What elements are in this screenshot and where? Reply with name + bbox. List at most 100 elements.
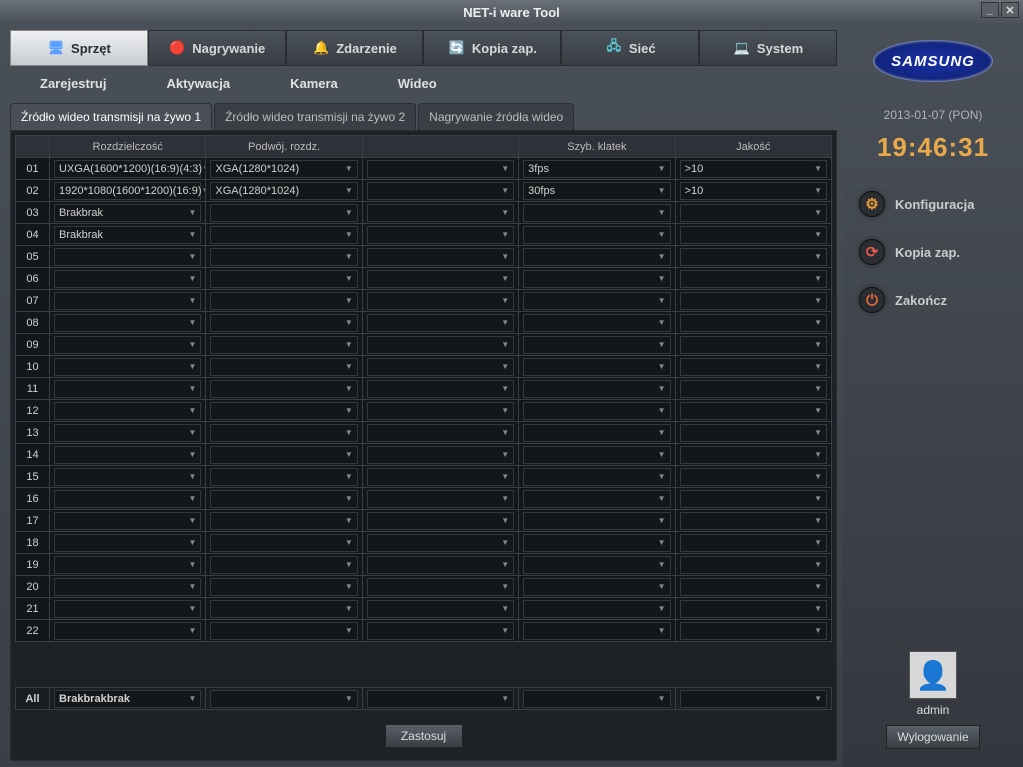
- cell-quality[interactable]: ▼: [680, 358, 827, 376]
- cell-framerate[interactable]: ▼: [523, 446, 670, 464]
- cell-extra[interactable]: ▼: [367, 556, 514, 574]
- cell-resolution[interactable]: ▼: [54, 314, 201, 332]
- cell-quality[interactable]: >10▼: [680, 182, 827, 200]
- cell-framerate[interactable]: ▼: [523, 512, 670, 530]
- cell-dual-resolution[interactable]: ▼: [210, 424, 357, 442]
- cell-extra[interactable]: ▼: [367, 292, 514, 310]
- main-tab-3[interactable]: 🔄Kopia zap.: [423, 30, 561, 66]
- cell-quality[interactable]: ▼: [680, 512, 827, 530]
- cell-resolution[interactable]: ▼: [54, 468, 201, 486]
- cell-extra[interactable]: ▼: [367, 446, 514, 464]
- cell-resolution[interactable]: ▼: [54, 490, 201, 508]
- cell-framerate[interactable]: ▼: [523, 270, 670, 288]
- cell-quality[interactable]: ▼: [680, 226, 827, 244]
- cell-dual-resolution[interactable]: ▼: [210, 578, 357, 596]
- cell-extra[interactable]: ▼: [367, 380, 514, 398]
- inner-tab-1[interactable]: Źródło wideo transmisji na żywo 2: [214, 103, 416, 130]
- cell-framerate[interactable]: ▼: [523, 600, 670, 618]
- cell-quality[interactable]: ▼: [680, 600, 827, 618]
- cell-dual-resolution[interactable]: ▼: [210, 556, 357, 574]
- cell-framerate[interactable]: ▼: [523, 556, 670, 574]
- cell-resolution[interactable]: ▼: [54, 248, 201, 266]
- cell-resolution[interactable]: ▼: [54, 534, 201, 552]
- main-tab-1[interactable]: 🔴Nagrywanie: [148, 30, 286, 66]
- cell-dual-resolution[interactable]: ▼: [210, 512, 357, 530]
- main-tab-4[interactable]: 🖧Sieć: [561, 30, 699, 66]
- cell-quality[interactable]: ▼: [680, 292, 827, 310]
- cell-framerate[interactable]: 30fps▼: [523, 182, 670, 200]
- sidebar-item-exit[interactable]: ⏻ Zakończ: [849, 279, 1017, 321]
- cell-framerate[interactable]: ▼: [523, 490, 670, 508]
- cell-dual-resolution[interactable]: ▼: [210, 402, 357, 420]
- cell-resolution[interactable]: ▼: [54, 446, 201, 464]
- cell-extra[interactable]: ▼: [367, 402, 514, 420]
- sublink-3[interactable]: Wideo: [398, 76, 437, 91]
- cell-extra[interactable]: ▼: [367, 182, 514, 200]
- cell-extra[interactable]: ▼: [367, 468, 514, 486]
- cell-dual-resolution[interactable]: ▼: [210, 314, 357, 332]
- cell-quality[interactable]: ▼: [680, 314, 827, 332]
- cell-framerate[interactable]: ▼: [523, 534, 670, 552]
- cell-framerate[interactable]: ▼: [523, 248, 670, 266]
- minimize-button[interactable]: _: [981, 2, 999, 18]
- cell-resolution[interactable]: ▼: [54, 512, 201, 530]
- summary-quality[interactable]: ▼: [675, 688, 831, 710]
- cell-dual-resolution[interactable]: ▼: [210, 380, 357, 398]
- cell-quality[interactable]: ▼: [680, 424, 827, 442]
- logout-button[interactable]: Wylogowanie: [886, 725, 979, 749]
- cell-dual-resolution[interactable]: ▼: [210, 248, 357, 266]
- cell-dual-resolution[interactable]: ▼: [210, 600, 357, 618]
- cell-dual-resolution[interactable]: ▼: [210, 534, 357, 552]
- cell-resolution[interactable]: UXGA(1600*1200)(16:9)(4:3)▼: [54, 160, 201, 178]
- cell-extra[interactable]: ▼: [367, 226, 514, 244]
- cell-resolution[interactable]: ▼: [54, 270, 201, 288]
- sublink-2[interactable]: Kamera: [290, 76, 338, 91]
- cell-dual-resolution[interactable]: ▼: [210, 292, 357, 310]
- inner-tab-2[interactable]: Nagrywanie źródła wideo: [418, 103, 574, 130]
- cell-extra[interactable]: ▼: [367, 512, 514, 530]
- main-tab-2[interactable]: 🔔Zdarzenie: [286, 30, 424, 66]
- cell-quality[interactable]: ▼: [680, 622, 827, 640]
- cell-quality[interactable]: ▼: [680, 490, 827, 508]
- cell-framerate[interactable]: ▼: [523, 336, 670, 354]
- cell-dual-resolution[interactable]: ▼: [210, 446, 357, 464]
- cell-quality[interactable]: ▼: [680, 578, 827, 596]
- cell-quality[interactable]: ▼: [680, 380, 827, 398]
- summary-dual[interactable]: ▼: [206, 688, 362, 710]
- sublink-1[interactable]: Aktywacja: [166, 76, 230, 91]
- cell-resolution[interactable]: ▼: [54, 424, 201, 442]
- cell-resolution[interactable]: ▼: [54, 600, 201, 618]
- cell-dual-resolution[interactable]: ▼: [210, 270, 357, 288]
- cell-resolution[interactable]: Brakbrak▼: [54, 226, 201, 244]
- cell-resolution[interactable]: 1920*1080(1600*1200)(16:9)▼: [54, 182, 201, 200]
- apply-button[interactable]: Zastosuj: [385, 724, 463, 748]
- summary-res[interactable]: Brakbrakbrak▼: [50, 688, 206, 710]
- sidebar-item-config[interactable]: ⚙ Konfiguracja: [849, 183, 1017, 225]
- summary-fps[interactable]: ▼: [519, 688, 675, 710]
- sidebar-item-backup[interactable]: ⟳ Kopia zap.: [849, 231, 1017, 273]
- cell-framerate[interactable]: ▼: [523, 468, 670, 486]
- cell-quality[interactable]: ▼: [680, 534, 827, 552]
- cell-dual-resolution[interactable]: XGA(1280*1024)▼: [210, 160, 357, 178]
- close-button[interactable]: ✕: [1001, 2, 1019, 18]
- cell-framerate[interactable]: ▼: [523, 226, 670, 244]
- cell-quality[interactable]: ▼: [680, 270, 827, 288]
- cell-framerate[interactable]: ▼: [523, 204, 670, 222]
- cell-resolution[interactable]: ▼: [54, 358, 201, 376]
- cell-resolution[interactable]: Brakbrak▼: [54, 204, 201, 222]
- cell-extra[interactable]: ▼: [367, 424, 514, 442]
- cell-quality[interactable]: ▼: [680, 248, 827, 266]
- cell-framerate[interactable]: ▼: [523, 578, 670, 596]
- cell-extra[interactable]: ▼: [367, 600, 514, 618]
- cell-framerate[interactable]: ▼: [523, 358, 670, 376]
- cell-framerate[interactable]: ▼: [523, 292, 670, 310]
- cell-dual-resolution[interactable]: ▼: [210, 204, 357, 222]
- cell-framerate[interactable]: ▼: [523, 314, 670, 332]
- cell-quality[interactable]: ▼: [680, 468, 827, 486]
- cell-quality[interactable]: ▼: [680, 446, 827, 464]
- main-tab-0[interactable]: 🖥Sprzęt: [10, 30, 148, 66]
- cell-extra[interactable]: ▼: [367, 204, 514, 222]
- cell-extra[interactable]: ▼: [367, 270, 514, 288]
- cell-quality[interactable]: ▼: [680, 402, 827, 420]
- cell-resolution[interactable]: ▼: [54, 556, 201, 574]
